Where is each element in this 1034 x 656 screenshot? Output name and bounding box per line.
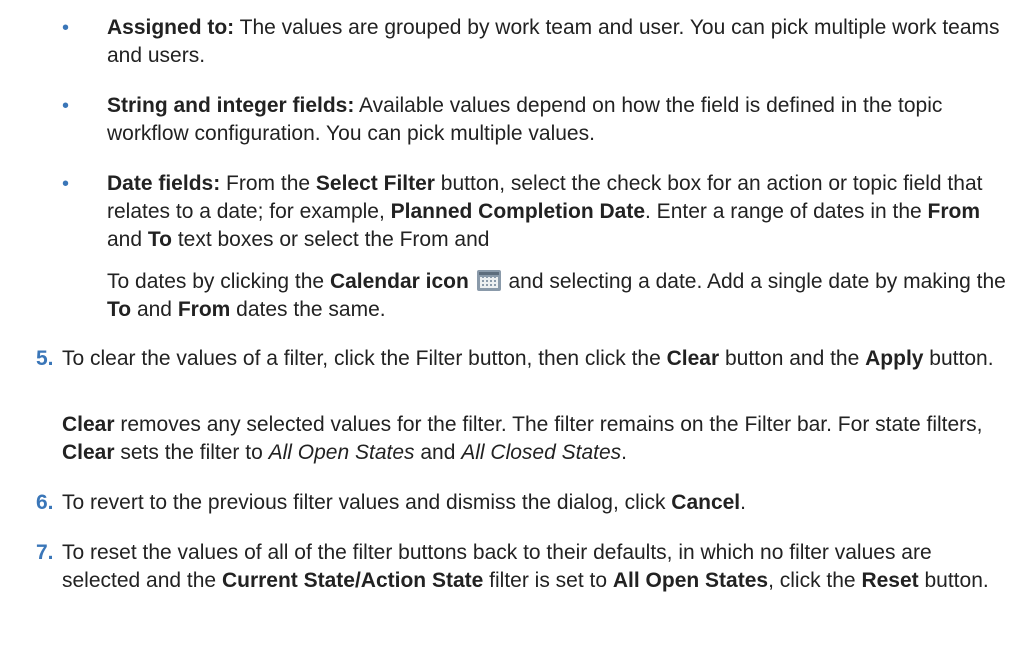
bullet-term: Assigned to: (107, 16, 235, 39)
bullet-marker: • (62, 173, 70, 195)
step-6-text: To revert to the previous filter values … (62, 491, 746, 514)
bullet-marker: • (62, 17, 70, 39)
bullet-string-integer-fields: String and integer fields: Available val… (107, 94, 943, 145)
step-7-text: To reset the values of all of the filter… (62, 541, 989, 592)
step-5-note: Clear removes any selected values for th… (62, 413, 983, 464)
calendar-icon (476, 270, 501, 291)
bullet-term: Date fields: (107, 172, 221, 195)
bullet-term: String and integer fields: (107, 94, 355, 117)
step-number: 6. (36, 491, 54, 514)
bullet-assigned-to: Assigned to: The values are grouped by w… (107, 16, 1000, 67)
step-number: 5. (36, 347, 54, 370)
step-5-text: To clear the values of a filter, click t… (62, 347, 994, 370)
bullet-date-fields: Date fields: From the Select Filter butt… (107, 172, 1006, 321)
step-number: 7. (36, 541, 54, 564)
bullet-marker: • (62, 95, 70, 117)
